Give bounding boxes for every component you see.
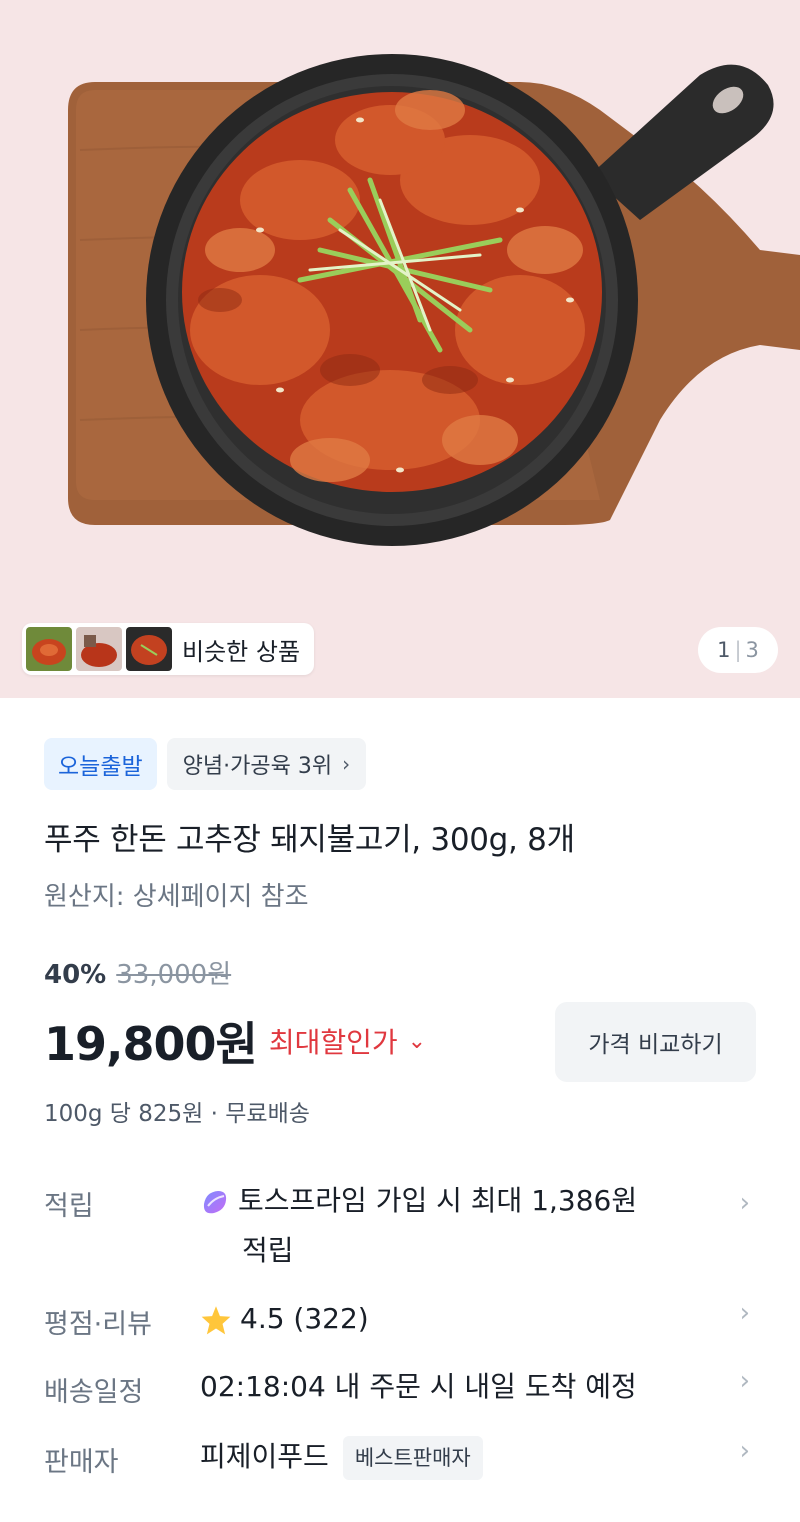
price-compare-button[interactable]: 가격 비교하기 (555, 1002, 756, 1082)
points-row[interactable]: 적립 토스프라임 가입 시 최대 1,386원 적립 › (44, 1180, 756, 1280)
similar-product-thumbnail (26, 627, 72, 671)
points-label: 적립 (44, 1191, 94, 1222)
chevron-right-icon: › (739, 1436, 750, 1466)
rating-score: 4.5 (322) (240, 1302, 369, 1335)
current-price: 19,800원 (44, 1017, 258, 1071)
shipping-row[interactable]: 배송일정 02:18:04 내 주문 시 내일 도착 예정 › (44, 1366, 756, 1420)
points-line1: 토스프라임 가입 시 최대 1,386원 (238, 1184, 638, 1217)
image-counter-separator: | (734, 638, 742, 662)
discount-rate: 40% (44, 960, 107, 990)
similar-product-thumbnail (126, 627, 172, 671)
chevron-right-icon: › (739, 1298, 750, 1328)
product-title: 푸주 한돈 고추장 돼지불고기, 300g, 8개 (44, 822, 575, 858)
original-price: 33,000원 (116, 960, 232, 990)
points-line2: 적립 (242, 1234, 294, 1267)
image-counter-total: 3 (745, 638, 759, 662)
category-ranking-label: 양념·가공육 3위 (182, 754, 333, 779)
seller-label: 판매자 (44, 1447, 119, 1478)
chevron-right-icon: › (739, 1188, 750, 1218)
product-origin: 원산지: 상세페이지 참조 (44, 882, 309, 912)
star-icon (201, 1306, 231, 1335)
similar-product-thumbnail (76, 627, 122, 671)
rating-row[interactable]: 평점·리뷰 4.5 (322) › (44, 1298, 756, 1352)
shipping-label: 배송일정 (44, 1377, 144, 1408)
product-badges: 오늘출발 양념·가공육 3위 › (44, 738, 367, 790)
product-image-gallery[interactable]: 비슷한 상품 1 | 3 (0, 0, 800, 698)
similar-products-chip[interactable]: 비슷한 상품 (22, 623, 315, 675)
max-discount-toggle[interactable]: 최대할인가 (269, 1021, 398, 1061)
product-photo (68, 54, 800, 546)
category-ranking-badge[interactable]: 양념·가공육 3위 › (166, 738, 367, 790)
discount-row: 40% 33,000원 (44, 954, 231, 991)
today-shipping-badge: 오늘출발 (44, 738, 157, 790)
similar-products-label: 비슷한 상품 (182, 637, 301, 666)
seller-value: 피제이푸드 베스트판매자 (200, 1432, 483, 1482)
unit-price-shipping: 100g 당 825원 · 무료배송 (44, 1101, 310, 1127)
price-row: 19,800원 최대할인가 ⌄ (44, 1008, 426, 1074)
chevron-down-icon[interactable]: ⌄ (408, 1029, 426, 1054)
image-counter-current: 1 (717, 638, 731, 662)
chevron-right-icon: › (342, 752, 351, 776)
points-value: 토스프라임 가입 시 최대 1,386원 (200, 1176, 637, 1226)
rating-label: 평점·리뷰 (44, 1309, 152, 1340)
rating-value: 4.5 (322) (200, 1294, 369, 1344)
best-seller-badge: 베스트판매자 (342, 1436, 483, 1480)
shipping-value: 02:18:04 내 주문 시 내일 도착 예정 (200, 1370, 637, 1403)
chevron-right-icon: › (739, 1366, 750, 1396)
seller-row[interactable]: 판매자 피제이푸드 베스트판매자 › (44, 1436, 756, 1490)
image-counter: 1 | 3 (698, 627, 778, 673)
toss-prime-icon (203, 1191, 227, 1214)
seller-name: 피제이푸드 (200, 1440, 329, 1473)
